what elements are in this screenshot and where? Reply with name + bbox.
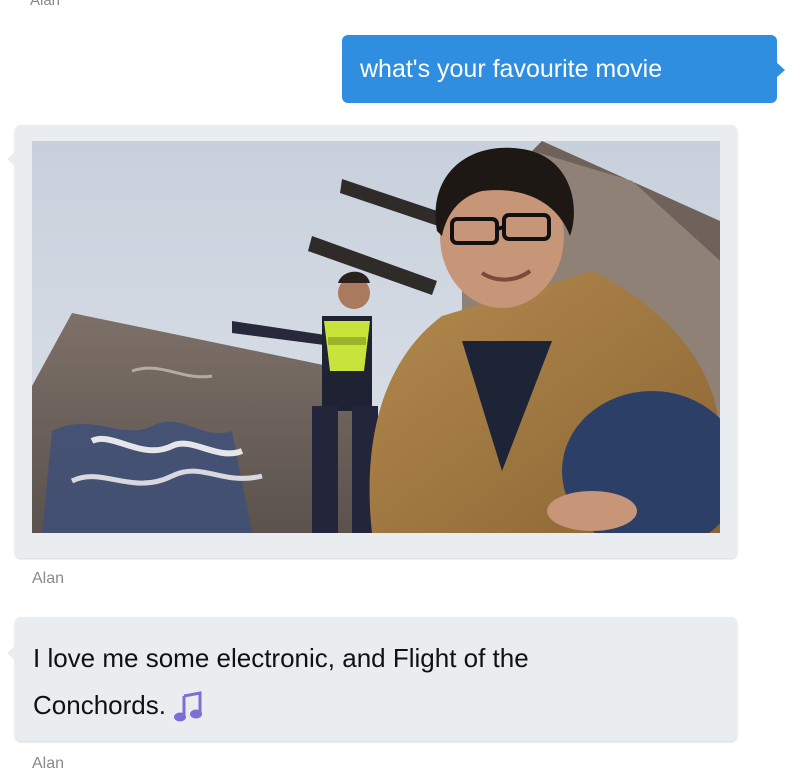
sender-label-top: Alan bbox=[30, 0, 61, 9]
incoming-message-text-line1: I love me some electronic, and Flight of… bbox=[33, 643, 529, 673]
incoming-message-text-line2: Conchords. bbox=[33, 690, 166, 720]
incoming-message-bubble[interactable]: I love me some electronic, and Flight of… bbox=[7, 617, 737, 741]
music-note-icon bbox=[172, 690, 206, 724]
image-message-bubble[interactable] bbox=[7, 125, 737, 558]
sender-label-image: Alan bbox=[32, 570, 65, 587]
sender-label-text: Alan bbox=[32, 755, 65, 772]
outgoing-message-bubble[interactable]: what's your favourite movie bbox=[342, 35, 785, 103]
outgoing-message-text: what's your favourite movie bbox=[360, 54, 663, 83]
gif-illustration bbox=[32, 141, 720, 533]
gif-image[interactable] bbox=[32, 141, 720, 533]
